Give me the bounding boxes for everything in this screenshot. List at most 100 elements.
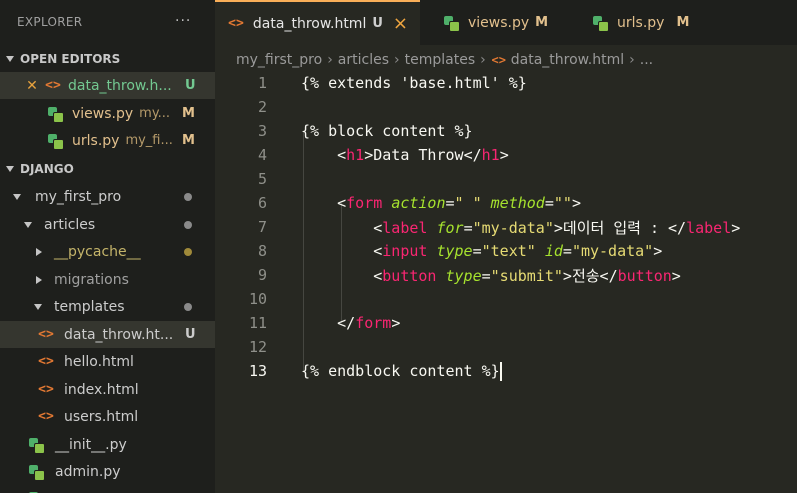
- html-icon: <>: [38, 409, 54, 424]
- tree-item-label: templates: [54, 298, 125, 315]
- code-line[interactable]: 12: [215, 335, 797, 359]
- breadcrumb-item[interactable]: articles: [338, 52, 389, 68]
- tree-item-label: users.html: [64, 408, 139, 425]
- tree-item-label: hello.html: [64, 353, 134, 370]
- line-number: 7: [257, 218, 267, 236]
- line-number: 2: [257, 98, 267, 116]
- tree-file-selected[interactable]: <> data_throw.ht... U: [0, 321, 215, 348]
- line-number: 11: [248, 314, 267, 332]
- code-line[interactable]: 5: [215, 167, 797, 191]
- line-number: 13: [248, 362, 267, 380]
- chevron-right-icon: ›: [327, 51, 333, 68]
- project-section-header[interactable]: DJANGO: [0, 155, 215, 182]
- tree-folder[interactable]: templates: [0, 293, 215, 320]
- untracked-badge: U: [185, 78, 196, 93]
- text-cursor: [499, 361, 502, 381]
- code-text: </form>: [337, 314, 401, 332]
- modified-badge: M: [676, 15, 690, 30]
- breadcrumb-item[interactable]: my_first_pro: [236, 52, 322, 68]
- project-title: DJANGO: [20, 161, 74, 176]
- tree-folder[interactable]: my_first_pro: [0, 183, 215, 210]
- tree-item-label: admin.py: [55, 463, 121, 480]
- line-number: 10: [248, 290, 267, 308]
- code-line[interactable]: 8 <input type="text" id="my-data">: [215, 239, 797, 263]
- code-line[interactable]: 1 {% extends 'base.html' %}: [215, 71, 797, 95]
- open-editor-label: urls.py: [72, 132, 120, 149]
- tree-item-label: migrations: [54, 271, 129, 288]
- tree-file[interactable]: <> users.html: [0, 403, 215, 430]
- breadcrumb-item[interactable]: ...: [640, 52, 653, 68]
- breadcrumb-item[interactable]: data_throw.html: [511, 52, 624, 68]
- tree-file[interactable]: <> hello.html: [0, 348, 215, 375]
- open-editor-label: data_throw.h...: [68, 77, 172, 94]
- python-icon: [48, 133, 64, 150]
- tab-views[interactable]: views.py M: [420, 0, 575, 45]
- tab-label: data_throw.html: [252, 15, 367, 32]
- open-editor-item[interactable]: urls.py my_fi... M: [0, 127, 215, 154]
- line-number: 3: [257, 122, 267, 140]
- tree-folder[interactable]: articles: [0, 211, 215, 238]
- open-editor-item[interactable]: ✕ <> data_throw.h... U: [0, 72, 215, 99]
- close-icon[interactable]: ×: [393, 13, 408, 34]
- untracked-badge: U: [185, 327, 196, 342]
- code-line[interactable]: 3 {% block content %}: [215, 119, 797, 143]
- explorer-title: EXPLORER: [17, 15, 83, 29]
- editor-area: <> data_throw.html U × views.py M urls.p…: [215, 0, 797, 493]
- open-editor-desc: my...: [139, 106, 171, 121]
- code-line[interactable]: 2: [215, 95, 797, 119]
- tree-item-label: data_throw.ht...: [64, 326, 174, 343]
- tree-item-label: articles: [44, 216, 96, 233]
- python-icon: [48, 106, 64, 123]
- line-number: 8: [257, 242, 267, 260]
- tree-file[interactable]: admin.py: [0, 458, 215, 485]
- chevron-right-icon: [36, 247, 42, 256]
- chevron-right-icon: ›: [480, 51, 486, 68]
- line-number: 5: [257, 170, 267, 188]
- status-dot: [184, 247, 192, 256]
- line-number: 9: [257, 266, 267, 284]
- tree-folder[interactable]: migrations: [0, 266, 215, 293]
- tab-label: views.py: [468, 14, 530, 31]
- tree-item-label: my_first_pro: [35, 188, 122, 205]
- code-line[interactable]: 13 {% endblock content %}: [215, 359, 797, 383]
- tab-label: urls.py: [617, 14, 665, 31]
- code-text: <h1>Data Throw</h1>: [337, 146, 509, 164]
- tab-data-throw[interactable]: <> data_throw.html U ×: [215, 0, 420, 45]
- tree-item-label: __pycache__: [54, 243, 141, 260]
- tab-urls[interactable]: urls.py M: [575, 0, 715, 45]
- html-icon: <>: [228, 16, 244, 31]
- modified-badge: M: [535, 15, 549, 30]
- tree-folder[interactable]: __pycache__: [0, 238, 215, 265]
- breadcrumb-item[interactable]: templates: [405, 52, 476, 68]
- open-editor-label: views.py: [72, 105, 134, 122]
- chevron-right-icon: ›: [394, 51, 400, 68]
- code-line[interactable]: 10: [215, 287, 797, 311]
- code-text: <input type="text" id="my-data">: [373, 242, 663, 260]
- status-dot: [184, 192, 192, 201]
- chevron-down-icon: [34, 303, 42, 310]
- tree-file[interactable]: <> index.html: [0, 376, 215, 403]
- code-line[interactable]: 11 </form>: [215, 311, 797, 335]
- status-dot: [184, 220, 192, 229]
- open-editor-item[interactable]: views.py my... M: [0, 100, 215, 127]
- more-actions-icon[interactable]: ···: [175, 13, 191, 29]
- modified-badge: M: [182, 133, 195, 148]
- html-icon: <>: [38, 354, 54, 369]
- code-line[interactable]: 4 <h1>Data Throw</h1>: [215, 143, 797, 167]
- code-line[interactable]: 9 <button type="submit">전송</button>: [215, 263, 797, 287]
- chevron-down-icon: [6, 165, 14, 172]
- chevron-right-icon: ›: [629, 51, 635, 68]
- open-editors-title: OPEN EDITORS: [20, 51, 121, 66]
- open-editors-section-header[interactable]: OPEN EDITORS: [0, 45, 215, 72]
- tree-item-label: index.html: [64, 381, 139, 398]
- chevron-down-icon: [13, 193, 21, 200]
- code-line[interactable]: 7 <label for="my-data">데이터 입력 : </label>: [215, 215, 797, 239]
- line-number: 4: [257, 146, 267, 164]
- python-icon: [444, 15, 460, 32]
- code-line[interactable]: 6 <form action=" " method="">: [215, 191, 797, 215]
- chevron-down-icon: [24, 221, 32, 228]
- code-text: <form action=" " method="">: [337, 194, 581, 212]
- close-icon[interactable]: ✕: [24, 78, 40, 94]
- html-icon: <>: [491, 52, 506, 67]
- tree-file[interactable]: __init__.py: [0, 431, 215, 458]
